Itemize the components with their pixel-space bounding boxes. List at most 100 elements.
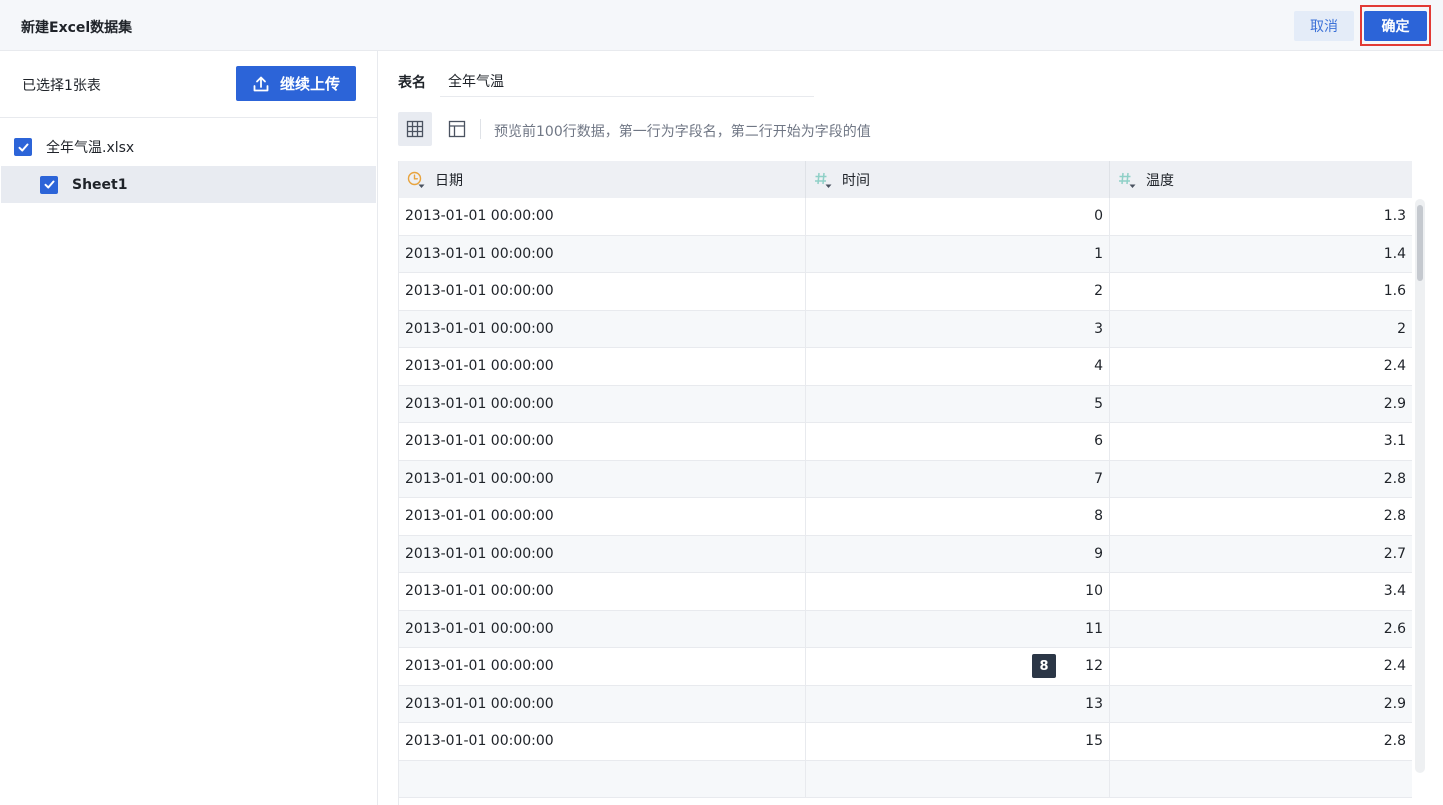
sheet-checkbox[interactable] <box>40 175 58 194</box>
cell-temperature: 2.9 <box>1383 695 1406 712</box>
table-row: 2013-01-01 00:00:00 13 2.9 <box>399 685 1412 723</box>
cell-temperature: 2 <box>1397 320 1406 337</box>
dialog-header: 新建Excel数据集 取消 确定 <box>0 0 1443 51</box>
cell-temperature: 3.4 <box>1383 583 1406 600</box>
row-badge: 8 <box>1032 654 1056 678</box>
cell-time: 6 <box>806 423 1110 460</box>
table-row: 2013-01-01 00:00:00 3 2 <box>399 310 1412 348</box>
cell-date: 2013-01-01 00:00:00 <box>399 573 806 610</box>
cell-temperature: 2.8 <box>1383 733 1406 750</box>
layout-view-button[interactable] <box>442 112 472 146</box>
cell-temperature: 2.4 <box>1383 358 1406 375</box>
cell-temperature: 2.6 <box>1383 620 1406 637</box>
cell-time: 9 <box>806 535 1110 572</box>
clock-icon[interactable] <box>407 171 425 189</box>
cell-temperature: 3.1 <box>1383 433 1406 450</box>
grid-view-button[interactable] <box>398 112 432 146</box>
table-body: 2013-01-01 00:00:00 0 1.3 2013-01-01 00:00… <box>399 198 1412 798</box>
column-header-label: 时间 <box>842 172 870 189</box>
cell-date: 2013-01-01 00:00:00 <box>399 385 806 422</box>
cell-time: 0 <box>806 198 1110 235</box>
table-row: 2013-01-01 00:00:00 4 2.4 <box>399 348 1412 386</box>
column-header-time[interactable]: 时间 <box>806 161 1110 198</box>
table-row: 2013-01-01 00:00:00 15 2.8 <box>399 723 1412 761</box>
cell-date: 2013-01-01 00:00:00 <box>399 535 806 572</box>
cell-date: 2013-01-01 00:00:00 <box>399 610 806 647</box>
column-header-date[interactable]: 日期 <box>399 161 806 198</box>
cell-temperature: 1.6 <box>1383 283 1406 300</box>
file-item[interactable]: 全年气温.xlsx <box>14 137 134 157</box>
check-icon <box>44 180 54 189</box>
file-name: 全年气温.xlsx <box>46 140 135 156</box>
cell-temperature: 2.7 <box>1383 545 1406 562</box>
grid-icon <box>406 120 424 138</box>
cell-date: 2013-01-01 00:00:00 <box>399 235 806 272</box>
divider <box>0 117 377 118</box>
cell-temperature: 2.8 <box>1383 508 1406 525</box>
cell-temperature: 1.4 <box>1383 245 1406 262</box>
cell-date: 2013-01-01 00:00:00 <box>399 348 806 385</box>
table-row <box>399 760 1412 798</box>
cell-time: 12 <box>806 648 1110 685</box>
cell-time: 5 <box>806 385 1110 422</box>
upload-label: 继续上传 <box>279 75 340 93</box>
cell-temperature: 2.8 <box>1383 470 1406 487</box>
cell-date <box>399 760 806 797</box>
hash-icon[interactable] <box>814 171 832 189</box>
vertical-scrollbar[interactable] <box>1415 199 1425 773</box>
table-row: 2013-01-01 00:00:00 11 2.6 <box>399 610 1412 648</box>
cell-time: 13 <box>806 685 1110 722</box>
cell-time <box>806 760 1110 797</box>
cell-date: 2013-01-01 00:00:00 <box>399 648 806 685</box>
preview-hint: 预览前100行数据，第一行为字段名，第二行开始为字段的值 <box>494 124 871 140</box>
table-name-label: 表名 <box>398 75 426 91</box>
hash-icon[interactable] <box>1118 171 1136 189</box>
cell-date: 2013-01-01 00:00:00 <box>399 273 806 310</box>
cell-temperature: 2.9 <box>1383 395 1406 412</box>
cell-time: 8 <box>806 498 1110 535</box>
table-row: 2013-01-01 00:00:00 1 1.4 <box>399 235 1412 273</box>
continue-upload-button[interactable]: 继续上传 <box>236 66 356 101</box>
cell-date: 2013-01-01 00:00:00 <box>399 498 806 535</box>
check-icon <box>18 143 28 151</box>
table-row: 2013-01-01 00:00:00 7 2.8 <box>399 460 1412 498</box>
sheet-item[interactable]: Sheet1 <box>1 166 376 203</box>
cell-date: 2013-01-01 00:00:00 <box>399 310 806 347</box>
column-header-temperature[interactable]: 温度 <box>1110 161 1412 198</box>
cell-temperature: 1.3 <box>1383 208 1406 225</box>
cell-date: 2013-01-01 00:00:00 <box>399 460 806 497</box>
cell-time: 1 <box>806 235 1110 272</box>
table-row: 2013-01-01 00:00:00 0 1.3 <box>399 198 1412 236</box>
table-row: 2013-01-01 00:00:00 9 2.7 <box>399 535 1412 573</box>
cell-time: 3 <box>806 310 1110 347</box>
selected-count: 已选择1张表 <box>22 78 101 94</box>
sheet-selection-panel: 已选择1张表 继续上传 全年气温.xlsx Sheet1 <box>0 51 378 805</box>
cancel-button[interactable]: 取消 <box>1294 11 1354 41</box>
cell-time: 2 <box>806 273 1110 310</box>
cell-time: 4 <box>806 348 1110 385</box>
cell-date: 2013-01-01 00:00:00 <box>399 423 806 460</box>
table-name-input[interactable] <box>440 65 814 97</box>
table-row: 2013-01-01 00:00:00 2 1.6 <box>399 273 1412 311</box>
cell-time: 10 <box>806 573 1110 610</box>
dialog-title: 新建Excel数据集 <box>21 20 133 36</box>
confirm-button[interactable]: 确定 <box>1364 11 1427 41</box>
file-checkbox[interactable] <box>14 138 32 156</box>
cell-temperature <box>1110 761 1412 798</box>
toolbar-separator <box>480 119 481 139</box>
scrollbar-thumb[interactable] <box>1417 205 1423 281</box>
sheet-name: Sheet1 <box>72 176 128 193</box>
column-header-label: 温度 <box>1146 172 1174 189</box>
cell-temperature: 2.4 <box>1383 658 1406 675</box>
cell-date: 2013-01-01 00:00:00 <box>399 685 806 722</box>
table-header: 日期 时间 温度 <box>399 161 1412 198</box>
preview-panel: 表名 预览前100行数据，第一行为字段名，第二行开始为字段的值 日期 <box>378 51 1443 805</box>
table-row: 2013-01-01 00:00:00 6 3.1 <box>399 423 1412 461</box>
cell-time: 7 <box>806 460 1110 497</box>
upload-icon <box>253 76 269 91</box>
cell-time: 15 <box>806 723 1110 760</box>
table-row: 2013-01-01 00:00:00 8 2.8 <box>399 498 1412 536</box>
cell-date: 2013-01-01 00:00:00 <box>399 723 806 760</box>
confirm-highlight: 确定 <box>1360 5 1431 46</box>
column-header-label: 日期 <box>435 172 463 189</box>
